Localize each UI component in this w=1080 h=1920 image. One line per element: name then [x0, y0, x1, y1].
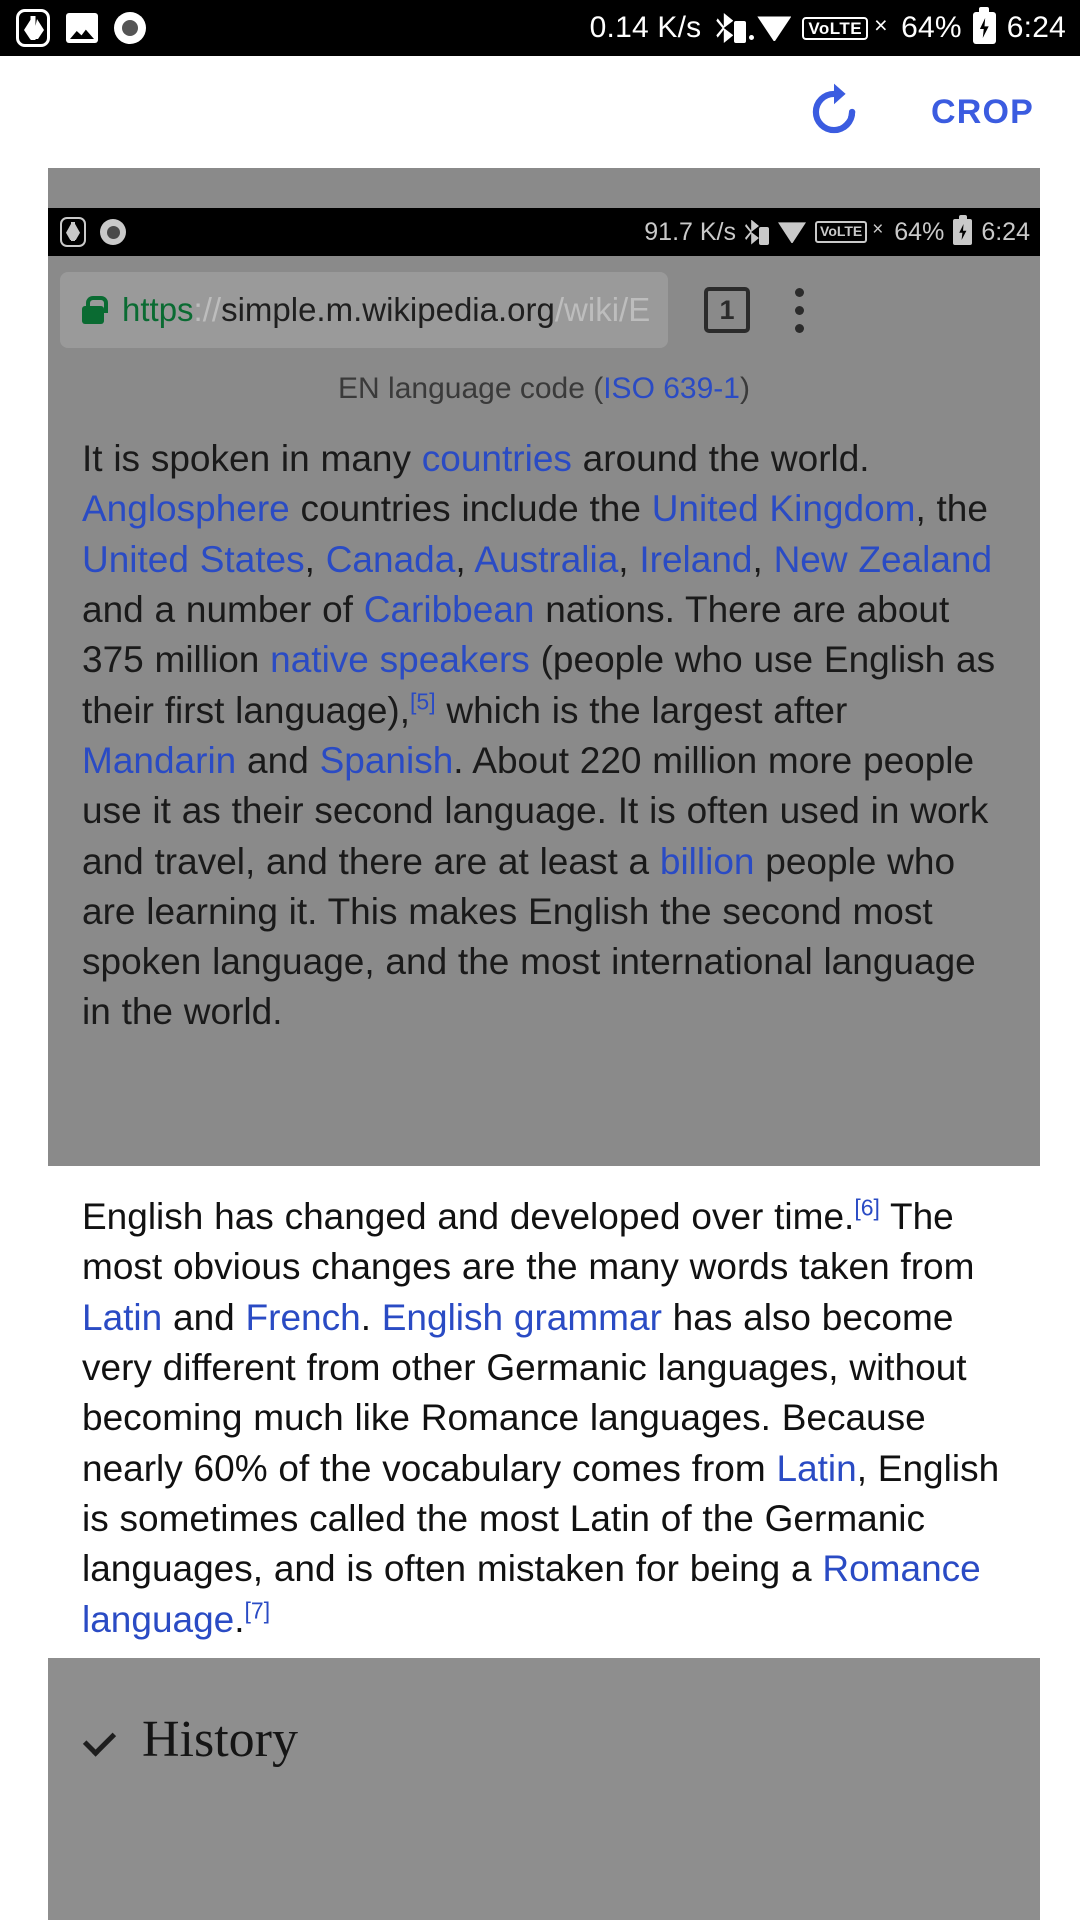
- bluetooth-icon: [745, 219, 760, 245]
- article-text: which is the largest after: [435, 689, 848, 731]
- screenshot-content: 91.7 K/s VoLTE 64% 6:24 https://simple.m…: [48, 168, 1040, 1920]
- leaf-app-icon: [16, 9, 50, 47]
- article-text: , the: [915, 488, 988, 530]
- article-text: .: [234, 1598, 245, 1640]
- infobox-caption: EN language code (ISO 639-1): [48, 364, 1040, 434]
- system-status-bar: 0.14 K/s VoLTE 64% 6:24: [0, 0, 1080, 56]
- clock-label: 6:24: [1006, 11, 1066, 44]
- status-bar-notification-icons: [0, 9, 146, 47]
- article-text: ,: [752, 538, 774, 580]
- article-link[interactable]: Anglosphere: [82, 488, 290, 529]
- article-text: and: [236, 739, 320, 781]
- url-host: simple.m.wikipedia.org: [221, 291, 555, 328]
- url-separator: ://: [193, 291, 222, 328]
- article-text: ,: [304, 538, 326, 580]
- article-section-history: History: [48, 1658, 1040, 1920]
- screen-record-icon: [100, 219, 126, 245]
- screen-record-icon: [114, 12, 146, 44]
- article-link[interactable]: Ireland: [639, 539, 752, 580]
- url-path: /wiki/E: [554, 291, 651, 328]
- article-link[interactable]: native speakers: [270, 639, 530, 680]
- article-text: and a number of: [82, 588, 364, 630]
- article-link[interactable]: billion: [660, 841, 755, 882]
- history-section-label: History: [142, 1711, 298, 1768]
- rotate-right-icon[interactable]: [803, 81, 865, 143]
- article-text: English has changed and developed over t…: [82, 1196, 855, 1237]
- article-text: countries include the: [289, 488, 652, 530]
- article-link[interactable]: countries: [422, 438, 572, 479]
- chevron-down-icon[interactable]: [84, 1731, 114, 1749]
- kebab-menu-icon[interactable]: [794, 287, 804, 333]
- reference-marker[interactable]: [5]: [410, 688, 436, 714]
- screenshot-status-bar: 91.7 K/s VoLTE 64% 6:24: [48, 208, 1040, 256]
- article-link[interactable]: Canada: [326, 539, 456, 580]
- article-text: It is spoken in many: [82, 438, 422, 479]
- crop-button[interactable]: CROP: [931, 93, 1034, 132]
- article-link[interactable]: Caribbean: [364, 589, 535, 630]
- bluetooth-battery-icon: [734, 21, 747, 43]
- wifi-icon: [749, 15, 792, 41]
- caption-prefix: EN language code (: [338, 372, 604, 405]
- screenshot-status-left: [48, 217, 126, 247]
- article-text: around the world.: [571, 438, 870, 479]
- url-bar[interactable]: https://simple.m.wikipedia.org/wiki/E: [60, 272, 668, 348]
- caption-suffix: ): [739, 372, 750, 405]
- article-link[interactable]: Australia: [474, 539, 618, 580]
- tab-counter-button[interactable]: 1: [704, 287, 750, 333]
- article-link[interactable]: Latin: [82, 1297, 162, 1338]
- article-text: and: [162, 1296, 246, 1338]
- reference-marker[interactable]: [6]: [854, 1195, 880, 1221]
- browser-chrome: https://simple.m.wikipedia.org/wiki/E 1: [48, 256, 1040, 364]
- history-header[interactable]: History: [48, 1658, 1040, 1769]
- article-link[interactable]: Spanish: [320, 740, 454, 781]
- battery-charging-icon: [972, 12, 996, 44]
- battery-percent-label: 64%: [894, 217, 945, 246]
- volte-icon: VoLTE: [815, 221, 868, 243]
- screenshot-preview[interactable]: 91.7 K/s VoLTE 64% 6:24 https://simple.m…: [48, 168, 1040, 1920]
- caption-link-iso[interactable]: ISO 639-1: [603, 372, 740, 405]
- url-text: https://simple.m.wikipedia.org/wiki/E: [122, 291, 650, 329]
- article-link[interactable]: French: [246, 1297, 361, 1338]
- battery-charging-icon: [953, 219, 973, 245]
- article-paragraph-1: It is spoken in many countries around th…: [48, 434, 1040, 1038]
- article-paragraph-2: English has changed and developed over t…: [48, 1166, 1040, 1645]
- article-link[interactable]: United States: [82, 539, 305, 580]
- screenshot-status-right: 91.7 K/s VoLTE 64% 6:24: [644, 218, 1040, 247]
- article-link[interactable]: Latin: [777, 1448, 857, 1489]
- battery-percent-label: 64%: [901, 11, 962, 44]
- lock-icon: [82, 296, 108, 324]
- bluetooth-icon: [716, 13, 733, 43]
- article-text: ,: [618, 538, 640, 580]
- article-text: ,: [455, 538, 475, 580]
- volte-icon: VoLTE: [802, 16, 869, 40]
- article-body: EN language code (ISO 639-1) It is spoke…: [48, 364, 1040, 1038]
- network-speed-label: 0.14 K/s: [589, 11, 702, 44]
- reference-marker[interactable]: [7]: [245, 1597, 271, 1623]
- article-link[interactable]: New Zealand: [774, 539, 993, 580]
- editor-toolbar: CROP: [0, 56, 1080, 168]
- article-link[interactable]: United Kingdom: [652, 488, 916, 529]
- bluetooth-battery-icon: [759, 226, 770, 245]
- crop-selection-region[interactable]: English has changed and developed over t…: [48, 1166, 1040, 1658]
- wifi-icon: [778, 222, 807, 243]
- leaf-app-icon: [60, 217, 86, 247]
- clock-label: 6:24: [981, 217, 1030, 246]
- url-scheme: https: [122, 291, 194, 328]
- article-link[interactable]: Mandarin: [82, 740, 236, 781]
- article-text: .: [360, 1296, 382, 1338]
- rotate-right-glyph: [812, 83, 856, 134]
- gallery-icon: [66, 13, 98, 43]
- status-bar-system-icons: 0.14 K/s VoLTE 64% 6:24: [590, 11, 1080, 45]
- network-speed-label: 91.7 K/s: [644, 217, 737, 246]
- article-link[interactable]: English grammar: [382, 1297, 662, 1338]
